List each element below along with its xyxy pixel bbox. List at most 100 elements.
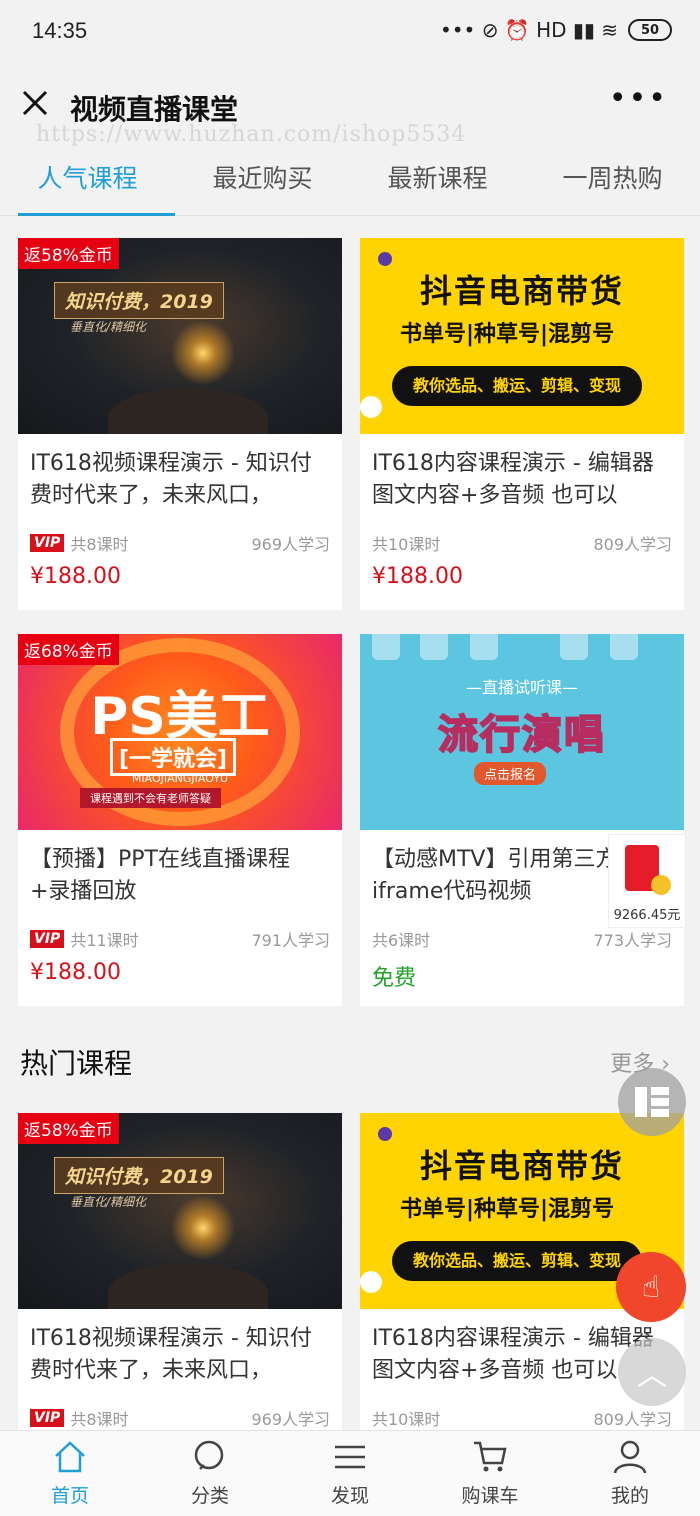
thumb-banner: 知识付费，2019: [54, 1157, 224, 1194]
thumb-line2: 流行演唱: [437, 711, 606, 759]
pointing-hand-icon: ☝: [641, 1269, 661, 1305]
red-packet-widget[interactable]: 9266.45元: [608, 834, 686, 928]
status-time: 14:35: [32, 18, 88, 43]
more-options-button[interactable]: •••: [609, 84, 668, 114]
course-title[interactable]: IT618视频课程演示 - 知识付费时代来了，未来风口，: [18, 1309, 342, 1403]
course-meta: VIP 共8课时 969人学习: [18, 528, 342, 558]
thumb-subtitle: 垂直化/精细化: [70, 1195, 147, 1209]
course-title[interactable]: IT618内容课程演示 - 编辑器图文内容+多音频 也可以: [360, 434, 684, 528]
course-card[interactable]: 返68%金币 PS美工 [一学就会] MIAOJIANGJIAOYU 课程遇到不…: [18, 634, 342, 1006]
lesson-count: 共8课时: [70, 1410, 129, 1429]
lesson-count: 共8课时: [70, 535, 129, 554]
sparkler-image: [168, 1193, 238, 1263]
thumb-line2: 书单号|种草号|混剪号: [400, 322, 615, 347]
tab-popular[interactable]: 人气课程: [0, 148, 175, 216]
course-tabs: 人气课程 最近购买 最新课程 一周热购: [0, 148, 700, 216]
hand-image: [108, 1263, 268, 1309]
bottom-nav: 首页 分类 发现 购课车 我的: [0, 1430, 700, 1516]
thumb-banner: 知识付费，2019: [54, 282, 224, 319]
home-icon: [55, 1441, 85, 1473]
student-count: 969人学习: [251, 1410, 330, 1429]
red-packet-value: 9266.45元: [613, 908, 681, 923]
chevron-up-icon: ︿: [637, 1358, 667, 1393]
close-button[interactable]: [20, 88, 50, 118]
course-meta: VIP 共8课时 969人学习: [18, 1403, 342, 1433]
coin-badge: 返58%金币: [18, 238, 119, 269]
decor-dot: [360, 1271, 382, 1293]
course-card[interactable]: 抖音电商带货 书单号|种草号|混剪号 教你选品、搬运、剪辑、变现 IT618内容…: [360, 238, 684, 610]
course-card[interactable]: —直播试听课— 流行演唱 点击报名 【动感MTV】引用第三方通用iframe代码…: [360, 634, 684, 1006]
nav-category[interactable]: 分类: [140, 1431, 280, 1516]
status-bar: 14:35 ••• ⊘ ⏰ HD ▮▮ ≋ 50: [0, 0, 700, 64]
list-icon: [335, 1445, 365, 1469]
course-title[interactable]: 【预播】PPT在线直播课程+录播回放: [18, 830, 342, 924]
course-title[interactable]: IT618视频课程演示 - 知识付费时代来了，未来风口，: [18, 434, 342, 528]
decor-dot: [378, 1127, 392, 1141]
course-card[interactable]: 返58%金币 知识付费，2019 垂直化/精细化 IT618视频课程演示 - 知…: [18, 238, 342, 610]
decor-dot: [378, 252, 392, 266]
course-meta: VIP 共11课时 791人学习: [18, 924, 342, 954]
course-card[interactable]: 返58%金币 知识付费，2019 垂直化/精细化 IT618视频课程演示 - 知…: [18, 1113, 342, 1430]
course-thumbnail[interactable]: 返58%金币 知识付费，2019 垂直化/精细化: [18, 1113, 342, 1309]
course-thumbnail[interactable]: 返68%金币 PS美工 [一学就会] MIAOJIANGJIAOYU 课程遇到不…: [18, 634, 342, 830]
course-price: 免费: [372, 966, 417, 991]
hand-image: [108, 388, 268, 434]
lesson-count: 共10课时: [372, 535, 441, 554]
thumb-subtitle: 垂直化/精细化: [70, 320, 147, 334]
course-meta: 共6课时 773人学习: [360, 924, 684, 954]
battery-icon: 50: [628, 19, 672, 41]
user-icon: [613, 1440, 647, 1474]
decor-clothes: [420, 634, 448, 660]
course-thumbnail[interactable]: 抖音电商带货 书单号|种草号|混剪号 教你选品、搬运、剪辑、变现: [360, 238, 684, 434]
decor-dot: [360, 396, 382, 418]
thumb-line3: MIAOJIANGJIAOYU: [131, 772, 229, 785]
nav-profile[interactable]: 我的: [560, 1431, 700, 1516]
watermark: https://www.huzhan.com/ishop5534: [36, 122, 467, 147]
course-meta: 共10课时 809人学习: [360, 528, 684, 558]
decor-clothes: [610, 634, 638, 660]
scroll-top-button[interactable]: ︿: [618, 1338, 686, 1406]
course-price: ¥188.00: [30, 564, 121, 589]
lesson-count: 共11课时: [70, 931, 139, 950]
coin-icon: [651, 875, 671, 895]
tab-newest[interactable]: 最新课程: [350, 148, 525, 215]
tab-weekly-hot[interactable]: 一周热购: [525, 148, 700, 215]
nav-label: 发现: [330, 1485, 369, 1507]
status-icons: ••• ⊘ ⏰ HD ▮▮ ≋ 50: [440, 18, 672, 42]
grid-menu-icon: [635, 1087, 669, 1117]
tab-recent-purchase[interactable]: 最近购买: [175, 148, 350, 215]
vip-badge: VIP: [30, 534, 65, 552]
student-count: 969人学习: [251, 535, 330, 554]
course-thumbnail[interactable]: 返58%金币 知识付费，2019 垂直化/精细化: [18, 238, 342, 434]
nav-cart[interactable]: 购课车: [420, 1431, 560, 1516]
nav-label: 购课车: [461, 1485, 519, 1507]
thumb-line1: —直播试听课—: [465, 678, 578, 697]
nav-label: 首页: [50, 1485, 89, 1507]
close-icon: [22, 90, 48, 116]
search-icon: [194, 1440, 224, 1470]
float-menu-button[interactable]: [618, 1068, 686, 1136]
vip-badge: VIP: [30, 930, 65, 948]
cart-icon: [474, 1441, 507, 1472]
thumb-line4: 课程遇到不会有老师答疑: [80, 788, 221, 808]
float-action-button[interactable]: ☝: [616, 1252, 686, 1322]
coin-badge: 返68%金币: [18, 634, 119, 665]
decor-clothes: [470, 634, 498, 660]
thumb-line3: 教你选品、搬运、剪辑、变现: [392, 366, 642, 406]
course-price: ¥188.00: [372, 564, 463, 589]
coin-badge: 返58%金币: [18, 1113, 119, 1144]
nav-home[interactable]: 首页: [0, 1431, 140, 1516]
course-thumbnail[interactable]: —直播试听课— 流行演唱 点击报名: [360, 634, 684, 830]
sparkler-image: [168, 318, 238, 388]
student-count: 791人学习: [251, 931, 330, 950]
nav-discover[interactable]: 发现: [280, 1431, 420, 1516]
lesson-count: 共6课时: [372, 931, 431, 950]
section-title: 热门课程: [20, 1047, 133, 1080]
student-count: 809人学习: [593, 1410, 672, 1429]
course-price: ¥188.00: [30, 960, 121, 985]
thumb-line1: 抖音电商带货: [419, 272, 624, 310]
thumb-line3: 教你选品、搬运、剪辑、变现: [392, 1241, 642, 1281]
status-indicator-icons: ••• ⊘ ⏰ HD ▮▮ ≋: [439, 18, 618, 42]
nav-label: 分类: [190, 1485, 229, 1507]
vip-badge: VIP: [30, 1409, 65, 1427]
